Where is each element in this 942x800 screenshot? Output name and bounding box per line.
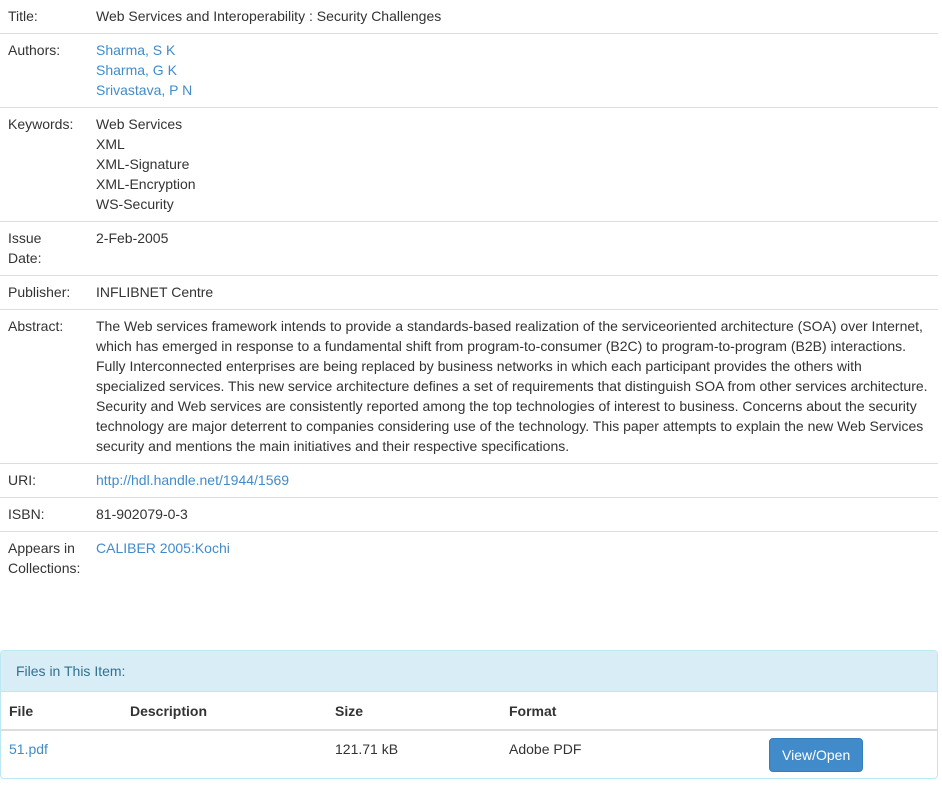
collections-label-line: Collections: <box>8 560 81 576</box>
file-cell: 51.pdf <box>1 730 122 778</box>
files-panel: Files in This Item: File Description Siz… <box>0 650 938 779</box>
files-table-header: File Description Size Format <box>1 692 937 731</box>
keyword: Web Services <box>96 116 183 132</box>
title-label: Title: <box>8 8 38 24</box>
issue-date-label-line: Issue <box>8 230 42 246</box>
author-link[interactable]: Srivastava, P N <box>96 82 192 98</box>
collections-label: Appears in Collections: <box>0 531 88 585</box>
uri-link[interactable]: http://hdl.handle.net/1944/1569 <box>96 472 289 488</box>
files-panel-heading: Files in This Item: <box>1 651 937 692</box>
issue-date-label: Issue Date: <box>0 221 88 276</box>
column-header-action <box>761 692 937 731</box>
keyword: XML-Encryption <box>96 176 196 192</box>
title-value: Web Services and Interoperability : Secu… <box>96 8 442 24</box>
file-row: 51.pdf 121.71 kB Adobe PDF View/Open <box>1 730 937 778</box>
file-action-cell: View/Open <box>761 730 937 778</box>
authors-list: Sharma, S K Sharma, G K Srivastava, P N <box>88 33 938 108</box>
isbn-value: 81-902079-0-3 <box>88 497 938 532</box>
file-description <box>122 730 327 778</box>
column-header-format: Format <box>501 692 761 731</box>
keywords-label: Keywords: <box>0 107 88 222</box>
issue-date-value: 2-Feb-2005 <box>88 221 938 276</box>
item-metadata-table: Title: Web Services and Interoperability… <box>0 0 938 585</box>
isbn-row: ISBN: 81-902079-0-3 <box>0 497 938 532</box>
keyword: XML <box>96 136 125 152</box>
collections-row: Appears in Collections: CALIBER 2005:Koc… <box>0 531 938 585</box>
file-size: 121.71 kB <box>335 741 399 757</box>
keyword: WS-Security <box>96 196 174 212</box>
collections-cell: CALIBER 2005:Kochi <box>88 531 938 585</box>
issue-date-label-line: Date: <box>8 250 42 266</box>
publisher-label: Publisher: <box>0 275 88 310</box>
keywords-list: Web Services XML XML-Signature XML-Encry… <box>88 107 938 222</box>
uri-label: URI: <box>0 463 88 498</box>
author-link[interactable]: Sharma, S K <box>96 42 175 58</box>
abstract-value: The Web services framework intends to pr… <box>88 309 938 464</box>
keyword: XML-Signature <box>96 156 190 172</box>
abstract-row: Abstract: The Web services framework int… <box>0 309 938 464</box>
file-format: Adobe PDF <box>509 741 582 757</box>
collections-label-line: Appears in <box>8 540 75 556</box>
isbn-label: ISBN: <box>0 497 88 532</box>
column-header-file: File <box>1 692 122 731</box>
file-link[interactable]: 51.pdf <box>9 741 48 757</box>
publisher-row: Publisher: INFLIBNET Centre <box>0 275 938 310</box>
issue-date-row: Issue Date: 2-Feb-2005 <box>0 221 938 276</box>
collection-link[interactable]: CALIBER 2005:Kochi <box>96 540 230 556</box>
view-open-button[interactable]: View/Open <box>769 738 864 772</box>
files-table: File Description Size Format 51.pdf 121.… <box>1 692 937 778</box>
uri-row: URI: http://hdl.handle.net/1944/1569 <box>0 463 938 498</box>
uri-cell: http://hdl.handle.net/1944/1569 <box>88 463 938 498</box>
keywords-row: Keywords: Web Services XML XML-Signature… <box>0 107 938 222</box>
authors-row: Authors: Sharma, S K Sharma, G K Srivast… <box>0 33 938 108</box>
author-link[interactable]: Sharma, G K <box>96 62 177 78</box>
authors-label: Authors: <box>0 33 88 108</box>
abstract-label: Abstract: <box>0 309 88 464</box>
column-header-description: Description <box>122 692 327 731</box>
title-row: Title: Web Services and Interoperability… <box>0 0 938 34</box>
publisher-value: INFLIBNET Centre <box>88 275 938 310</box>
column-header-size: Size <box>327 692 501 731</box>
